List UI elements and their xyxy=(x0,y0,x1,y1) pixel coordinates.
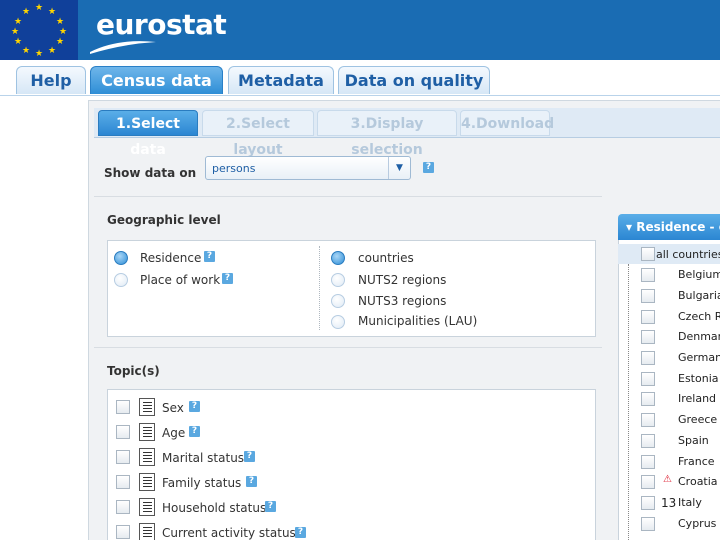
checkbox-country[interactable] xyxy=(641,372,655,386)
tab-census-data[interactable]: Census data xyxy=(90,66,223,94)
eu-flag-logo: ★ ★ ★ ★ ★ ★ ★ ★ ★ ★ ★ ★ xyxy=(0,0,78,60)
warning-icon: ⚠ xyxy=(663,474,672,485)
tree-item-country[interactable]: Cyprus xyxy=(678,517,716,530)
checkbox-country[interactable] xyxy=(641,475,655,489)
checkbox-country[interactable] xyxy=(641,434,655,448)
topic-household-status-label: Household status xyxy=(162,501,267,515)
help-icon[interactable]: ? xyxy=(244,451,255,462)
checkbox-country[interactable] xyxy=(641,289,655,303)
collapse-icon[interactable]: ▾ xyxy=(626,220,636,234)
help-icon[interactable]: ? xyxy=(265,501,276,512)
tree-item-all-countries[interactable]: all countries xyxy=(656,248,720,261)
radio-place-of-work[interactable] xyxy=(114,273,128,287)
nuts3-label: NUTS3 regions xyxy=(358,294,447,308)
tree-item-country[interactable]: Croatia xyxy=(678,475,718,488)
tab-metadata[interactable]: Metadata xyxy=(228,66,334,94)
checkbox-country[interactable] xyxy=(641,351,655,365)
show-data-select[interactable]: persons ▼ xyxy=(205,156,411,180)
show-data-label: Show data on xyxy=(104,166,197,180)
step-select-data[interactable]: 1.Select data xyxy=(98,110,198,158)
checkbox-all-countries[interactable] xyxy=(641,247,655,261)
radio-countries[interactable] xyxy=(331,251,345,265)
checkbox-country[interactable] xyxy=(641,392,655,406)
topic-marital-status-label: Marital status xyxy=(162,451,245,465)
step-download[interactable]: 4.Download xyxy=(460,110,554,136)
checkbox-country[interactable] xyxy=(641,330,655,344)
logo-swoosh-icon xyxy=(90,41,156,54)
countries-label: countries xyxy=(358,251,414,265)
tree-item-country[interactable]: German xyxy=(678,351,720,364)
help-icon[interactable]: ? xyxy=(189,426,200,437)
tree-item-country[interactable]: Estonia xyxy=(678,372,719,385)
document-icon xyxy=(139,523,155,540)
municipalities-label: Municipalities (LAU) xyxy=(358,314,478,328)
radio-nuts3[interactable] xyxy=(331,294,345,308)
checkbox-country[interactable] xyxy=(641,268,655,282)
checkbox-country[interactable] xyxy=(641,310,655,324)
geographic-level-title: Geographic level xyxy=(107,213,221,227)
checkbox-current-activity-status[interactable] xyxy=(116,525,130,539)
radio-residence[interactable] xyxy=(114,251,128,265)
tree-item-country[interactable]: Spain xyxy=(678,434,709,447)
nuts2-label: NUTS2 regions xyxy=(358,273,447,287)
tree-item-country[interactable]: Denmar xyxy=(678,330,720,343)
tree-header-label: Residence - co xyxy=(636,220,720,234)
divider xyxy=(94,347,602,348)
document-icon xyxy=(139,398,155,416)
tree-item-country[interactable]: France xyxy=(678,455,715,468)
document-icon xyxy=(139,498,155,516)
help-icon[interactable]: ? xyxy=(222,273,233,284)
tab-help[interactable]: Help xyxy=(16,66,86,94)
checkbox-age[interactable] xyxy=(116,425,130,439)
document-icon xyxy=(139,448,155,466)
tree-item-country[interactable]: Italy xyxy=(678,496,702,509)
tab-data-on-quality[interactable]: Data on quality xyxy=(338,66,490,94)
radio-municipalities[interactable] xyxy=(331,315,345,329)
topic-age-label: Age xyxy=(162,426,186,440)
residence-tree xyxy=(618,240,720,540)
help-icon[interactable]: ? xyxy=(423,162,434,173)
show-data-value: persons xyxy=(212,162,256,175)
help-icon[interactable]: ? xyxy=(189,401,200,412)
place-of-work-label: Place of work xyxy=(140,273,221,287)
residence-label: Residence xyxy=(140,251,202,265)
step-select-layout[interactable]: 2.Select layout xyxy=(202,110,314,158)
tree-item-country[interactable]: Bulgaria xyxy=(678,289,720,302)
residence-tree-header[interactable]: ▾ Residence - co xyxy=(618,214,720,240)
page-number: 13 xyxy=(661,496,677,510)
help-icon[interactable]: ? xyxy=(204,251,215,262)
tree-item-country[interactable]: Ireland xyxy=(678,392,716,405)
checkbox-sex[interactable] xyxy=(116,400,130,414)
checkbox-household-status[interactable] xyxy=(116,500,130,514)
checkbox-country[interactable] xyxy=(641,413,655,427)
divider xyxy=(94,196,602,197)
document-icon xyxy=(139,423,155,441)
document-icon xyxy=(139,473,155,491)
radio-nuts2[interactable] xyxy=(331,273,345,287)
tree-item-country[interactable]: Belgium xyxy=(678,268,720,281)
checkbox-marital-status[interactable] xyxy=(116,450,130,464)
help-icon[interactable]: ? xyxy=(295,527,306,538)
topic-family-status-label: Family status xyxy=(162,476,242,490)
topics-title: Topic(s) xyxy=(107,364,160,378)
topic-current-activity-status-label: Current activity status xyxy=(162,526,296,540)
checkbox-family-status[interactable] xyxy=(116,475,130,489)
checkbox-country[interactable] xyxy=(641,517,655,531)
geo-divider xyxy=(319,246,320,330)
tree-item-country[interactable]: Czech R xyxy=(678,310,720,323)
chevron-down-icon[interactable]: ▼ xyxy=(388,157,410,179)
topic-sex-label: Sex xyxy=(162,401,184,415)
checkbox-country[interactable] xyxy=(641,496,655,510)
step-display-selection[interactable]: 3.Display selection xyxy=(317,110,457,158)
tree-connector xyxy=(628,264,629,540)
help-icon[interactable]: ? xyxy=(246,476,257,487)
checkbox-country[interactable] xyxy=(641,455,655,469)
tree-item-country[interactable]: Greece xyxy=(678,413,717,426)
site-header: ★ ★ ★ ★ ★ ★ ★ ★ ★ ★ ★ ★ eurostat xyxy=(0,0,720,60)
